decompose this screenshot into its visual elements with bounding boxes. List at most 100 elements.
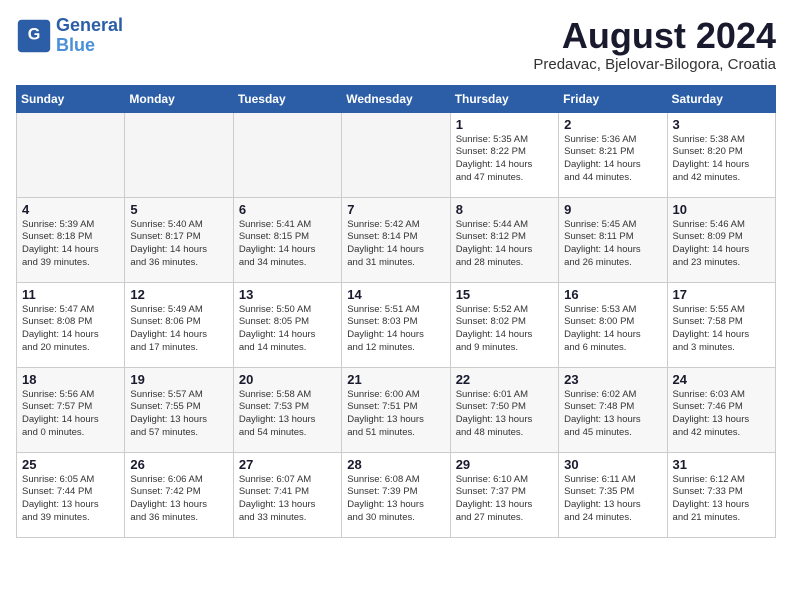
day-number: 27	[239, 457, 336, 472]
calendar-cell: 5 Sunrise: 5:40 AMSunset: 8:17 PMDaylight…	[125, 197, 233, 282]
cell-daylight-info: Sunrise: 5:58 AMSunset: 7:53 PMDaylight:…	[239, 389, 336, 440]
calendar-cell: 13Sunrise: 5:50 AMSunset: 8:05 PMDayligh…	[233, 282, 341, 367]
cell-daylight-info: Sunrise: 6:01 AMSunset: 7:50 PMDaylight:…	[456, 389, 553, 440]
cell-daylight-info: Sunrise: 6:12 AMSunset: 7:33 PMDaylight:…	[673, 474, 770, 525]
calendar-cell: 4 Sunrise: 5:39 AMSunset: 8:18 PMDaylight…	[17, 197, 125, 282]
title-block: August 2024 Predavac, Bjelovar-Bilogora,…	[533, 16, 776, 73]
cell-daylight-info: Sunrise: 5:39 AMSunset: 8:18 PMDaylight:…	[22, 219, 119, 270]
day-number: 1	[456, 117, 553, 132]
calendar-cell: 26Sunrise: 6:06 AMSunset: 7:42 PMDayligh…	[125, 452, 233, 537]
column-header-wednesday: Wednesday	[342, 85, 450, 112]
cell-daylight-info: Sunrise: 5:55 AMSunset: 7:58 PMDaylight:…	[673, 304, 770, 355]
day-number: 31	[673, 457, 770, 472]
day-number: 2	[564, 117, 661, 132]
day-number: 29	[456, 457, 553, 472]
cell-daylight-info: Sunrise: 6:05 AMSunset: 7:44 PMDaylight:…	[22, 474, 119, 525]
calendar-cell	[233, 112, 341, 197]
logo-text: General Blue	[56, 16, 123, 56]
calendar-week-row: 4 Sunrise: 5:39 AMSunset: 8:18 PMDaylight…	[17, 197, 776, 282]
cell-daylight-info: Sunrise: 5:50 AMSunset: 8:05 PMDaylight:…	[239, 304, 336, 355]
calendar-cell: 24 Sunrise: 6:03 AMSunset: 7:46 PMDayligh…	[667, 367, 775, 452]
calendar-cell	[125, 112, 233, 197]
cell-daylight-info: Sunrise: 5:35 AMSunset: 8:22 PMDaylight:…	[456, 134, 553, 185]
column-header-monday: Monday	[125, 85, 233, 112]
calendar-cell: 27 Sunrise: 6:07 AMSunset: 7:41 PMDayligh…	[233, 452, 341, 537]
calendar-cell: 20 Sunrise: 5:58 AMSunset: 7:53 PMDayligh…	[233, 367, 341, 452]
cell-daylight-info: Sunrise: 5:47 AMSunset: 8:08 PMDaylight:…	[22, 304, 119, 355]
cell-daylight-info: Sunrise: 5:46 AMSunset: 8:09 PMDaylight:…	[673, 219, 770, 270]
cell-daylight-info: Sunrise: 5:51 AMSunset: 8:03 PMDaylight:…	[347, 304, 444, 355]
svg-text:G: G	[28, 25, 41, 43]
calendar-cell: 10 Sunrise: 5:46 AMSunset: 8:09 PMDayligh…	[667, 197, 775, 282]
calendar-header-row: SundayMondayTuesdayWednesdayThursdayFrid…	[17, 85, 776, 112]
column-header-thursday: Thursday	[450, 85, 558, 112]
cell-daylight-info: Sunrise: 5:40 AMSunset: 8:17 PMDaylight:…	[130, 219, 227, 270]
cell-daylight-info: Sunrise: 6:02 AMSunset: 7:48 PMDaylight:…	[564, 389, 661, 440]
calendar-cell: 7Sunrise: 5:42 AMSunset: 8:14 PMDaylight…	[342, 197, 450, 282]
cell-daylight-info: Sunrise: 5:38 AMSunset: 8:20 PMDaylight:…	[673, 134, 770, 185]
calendar-week-row: 1 Sunrise: 5:35 AMSunset: 8:22 PMDaylight…	[17, 112, 776, 197]
calendar-cell: 25Sunrise: 6:05 AMSunset: 7:44 PMDayligh…	[17, 452, 125, 537]
calendar-cell: 12Sunrise: 5:49 AMSunset: 8:06 PMDayligh…	[125, 282, 233, 367]
cell-daylight-info: Sunrise: 5:52 AMSunset: 8:02 PMDaylight:…	[456, 304, 553, 355]
calendar-cell: 17Sunrise: 5:55 AMSunset: 7:58 PMDayligh…	[667, 282, 775, 367]
location-subtitle: Predavac, Bjelovar-Bilogora, Croatia	[533, 56, 776, 73]
day-number: 12	[130, 287, 227, 302]
day-number: 11	[22, 287, 119, 302]
day-number: 26	[130, 457, 227, 472]
calendar-cell: 9 Sunrise: 5:45 AMSunset: 8:11 PMDaylight…	[559, 197, 667, 282]
calendar-cell: 1 Sunrise: 5:35 AMSunset: 8:22 PMDaylight…	[450, 112, 558, 197]
column-header-saturday: Saturday	[667, 85, 775, 112]
day-number: 30	[564, 457, 661, 472]
cell-daylight-info: Sunrise: 6:11 AMSunset: 7:35 PMDaylight:…	[564, 474, 661, 525]
column-header-sunday: Sunday	[17, 85, 125, 112]
day-number: 15	[456, 287, 553, 302]
day-number: 28	[347, 457, 444, 472]
day-number: 18	[22, 372, 119, 387]
calendar-cell: 19 Sunrise: 5:57 AMSunset: 7:55 PMDayligh…	[125, 367, 233, 452]
cell-daylight-info: Sunrise: 5:41 AMSunset: 8:15 PMDaylight:…	[239, 219, 336, 270]
calendar-cell: 6 Sunrise: 5:41 AMSunset: 8:15 PMDaylight…	[233, 197, 341, 282]
page-header: G General Blue August 2024 Predavac, Bje…	[16, 16, 776, 73]
cell-daylight-info: Sunrise: 5:44 AMSunset: 8:12 PMDaylight:…	[456, 219, 553, 270]
calendar-table: SundayMondayTuesdayWednesdayThursdayFrid…	[16, 85, 776, 538]
day-number: 24	[673, 372, 770, 387]
calendar-cell: 23 Sunrise: 6:02 AMSunset: 7:48 PMDayligh…	[559, 367, 667, 452]
day-number: 19	[130, 372, 227, 387]
month-year-title: August 2024	[533, 16, 776, 56]
day-number: 5	[130, 202, 227, 217]
cell-daylight-info: Sunrise: 6:10 AMSunset: 7:37 PMDaylight:…	[456, 474, 553, 525]
day-number: 22	[456, 372, 553, 387]
day-number: 23	[564, 372, 661, 387]
calendar-cell: 8 Sunrise: 5:44 AMSunset: 8:12 PMDaylight…	[450, 197, 558, 282]
cell-daylight-info: Sunrise: 6:00 AMSunset: 7:51 PMDaylight:…	[347, 389, 444, 440]
calendar-cell: 2Sunrise: 5:36 AMSunset: 8:21 PMDaylight…	[559, 112, 667, 197]
column-header-tuesday: Tuesday	[233, 85, 341, 112]
logo-icon: G	[16, 18, 52, 54]
day-number: 6	[239, 202, 336, 217]
calendar-week-row: 18 Sunrise: 5:56 AMSunset: 7:57 PMDayligh…	[17, 367, 776, 452]
cell-daylight-info: Sunrise: 5:56 AMSunset: 7:57 PMDaylight:…	[22, 389, 119, 440]
calendar-cell: 14Sunrise: 5:51 AMSunset: 8:03 PMDayligh…	[342, 282, 450, 367]
calendar-cell: 3 Sunrise: 5:38 AMSunset: 8:20 PMDaylight…	[667, 112, 775, 197]
cell-daylight-info: Sunrise: 6:07 AMSunset: 7:41 PMDaylight:…	[239, 474, 336, 525]
calendar-cell: 22 Sunrise: 6:01 AMSunset: 7:50 PMDayligh…	[450, 367, 558, 452]
cell-daylight-info: Sunrise: 6:03 AMSunset: 7:46 PMDaylight:…	[673, 389, 770, 440]
day-number: 10	[673, 202, 770, 217]
day-number: 4	[22, 202, 119, 217]
cell-daylight-info: Sunrise: 5:53 AMSunset: 8:00 PMDaylight:…	[564, 304, 661, 355]
calendar-cell: 18 Sunrise: 5:56 AMSunset: 7:57 PMDayligh…	[17, 367, 125, 452]
calendar-cell	[342, 112, 450, 197]
calendar-cell: 30 Sunrise: 6:11 AMSunset: 7:35 PMDayligh…	[559, 452, 667, 537]
column-header-friday: Friday	[559, 85, 667, 112]
day-number: 3	[673, 117, 770, 132]
calendar-cell	[17, 112, 125, 197]
day-number: 20	[239, 372, 336, 387]
day-number: 9	[564, 202, 661, 217]
logo: G General Blue	[16, 16, 123, 56]
day-number: 8	[456, 202, 553, 217]
day-number: 21	[347, 372, 444, 387]
cell-daylight-info: Sunrise: 5:45 AMSunset: 8:11 PMDaylight:…	[564, 219, 661, 270]
calendar-cell: 21 Sunrise: 6:00 AMSunset: 7:51 PMDayligh…	[342, 367, 450, 452]
cell-daylight-info: Sunrise: 5:57 AMSunset: 7:55 PMDaylight:…	[130, 389, 227, 440]
